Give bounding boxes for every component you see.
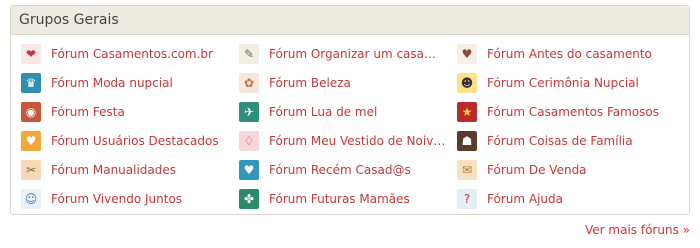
forum-link-label: Fórum Futuras Mamães	[269, 191, 410, 206]
future-mom-icon: ✤	[239, 188, 259, 209]
planner-icon: ✎	[239, 43, 259, 64]
forum-link[interactable]: ☻ Fórum Cerimônia Nupcial	[457, 68, 677, 97]
forum-link-label: Fórum Coisas de Família	[487, 133, 633, 148]
family-icon: ☗	[457, 130, 477, 151]
heart-icon: ❤	[21, 43, 41, 64]
forum-link-label: Fórum Lua de mel	[269, 104, 378, 119]
forum-link[interactable]: ? Fórum Ajuda	[457, 184, 677, 213]
beauty-icon: ✿	[239, 72, 259, 93]
forum-link[interactable]: ♥ Fórum Antes do casamento	[457, 39, 677, 68]
living-together-icon: ☺	[21, 188, 41, 209]
ceremony-icon: ☻	[457, 72, 477, 93]
forum-link-label: Fórum Moda nupcial	[51, 75, 173, 90]
forum-link-label: Fórum Usuários Destacados	[51, 133, 219, 148]
forum-link[interactable]: ✂ Fórum Manualidades	[21, 155, 239, 184]
forum-link[interactable]: ✈ Fórum Lua de mel	[239, 97, 457, 126]
forum-link-label: Fórum Festa	[51, 104, 125, 119]
forum-link-label: Fórum Casamentos Famosos	[487, 104, 660, 119]
forum-link[interactable]: ♥ Fórum Usuários Destacados	[21, 126, 239, 155]
panel-title: Grupos Gerais	[11, 6, 689, 35]
forum-link[interactable]: ❤ Fórum Casamentos.com.br	[21, 39, 239, 68]
forum-link-label: Fórum Antes do casamento	[487, 46, 652, 61]
couple-icon: ♥	[457, 43, 477, 64]
help-icon: ?	[457, 188, 477, 209]
forum-link-label: Fórum Casamentos.com.br	[51, 46, 213, 61]
forum-link[interactable]: ♛ Fórum Moda nupcial	[21, 68, 239, 97]
forum-link[interactable]: ✿ Fórum Beleza	[239, 68, 457, 97]
forum-link-label: Fórum Meu Vestido de Noiva é...	[269, 133, 447, 148]
forum-link-label: Fórum Organizar um casamento	[269, 46, 447, 61]
forum-link[interactable]: ♥ Fórum Recém Casad@s	[239, 155, 457, 184]
forum-groups-panel: Grupos Gerais ❤ Fórum Casamentos.com.br ✎ F…	[10, 5, 690, 215]
forum-link[interactable]: ☺ Fórum Vivendo Juntos	[21, 184, 239, 213]
forum-grid: ❤ Fórum Casamentos.com.br ✎ Fórum Organizar…	[11, 39, 689, 213]
forum-link-label: Fórum Beleza	[269, 75, 351, 90]
crafts-icon: ✂	[21, 159, 41, 180]
featured-heart-icon: ♥	[21, 130, 41, 151]
suitcase-icon: ✈	[239, 101, 259, 122]
forum-link[interactable]: ♢ Fórum Meu Vestido de Noiva é...	[239, 126, 457, 155]
forum-link[interactable]: ★ Fórum Casamentos Famosos	[457, 97, 677, 126]
forum-link[interactable]: ✉ Fórum De Venda	[457, 155, 677, 184]
bride-dress-icon: ♛	[21, 72, 41, 93]
forum-link[interactable]: ☗ Fórum Coisas de Família	[457, 126, 677, 155]
dress-icon: ♢	[239, 130, 259, 151]
forum-link-label: Fórum Vivendo Juntos	[51, 191, 183, 206]
star-icon: ★	[457, 101, 477, 122]
forum-link-label: Fórum Manualidades	[51, 162, 177, 177]
forum-link[interactable]: ✎ Fórum Organizar um casamento	[239, 39, 457, 68]
forum-link[interactable]: ✤ Fórum Futuras Mamães	[239, 184, 457, 213]
forum-link-label: Fórum Recém Casad@s	[269, 162, 411, 177]
sale-tag-icon: ✉	[457, 159, 477, 180]
party-icon: ◉	[21, 101, 41, 122]
forum-link-label: Fórum De Venda	[487, 162, 587, 177]
forum-link-label: Fórum Ajuda	[487, 191, 563, 206]
newlyweds-icon: ♥	[239, 159, 259, 180]
forum-link-label: Fórum Cerimônia Nupcial	[487, 75, 639, 90]
see-more-forums-link[interactable]: Ver mais fóruns »	[585, 223, 690, 237]
forum-link[interactable]: ◉ Fórum Festa	[21, 97, 239, 126]
